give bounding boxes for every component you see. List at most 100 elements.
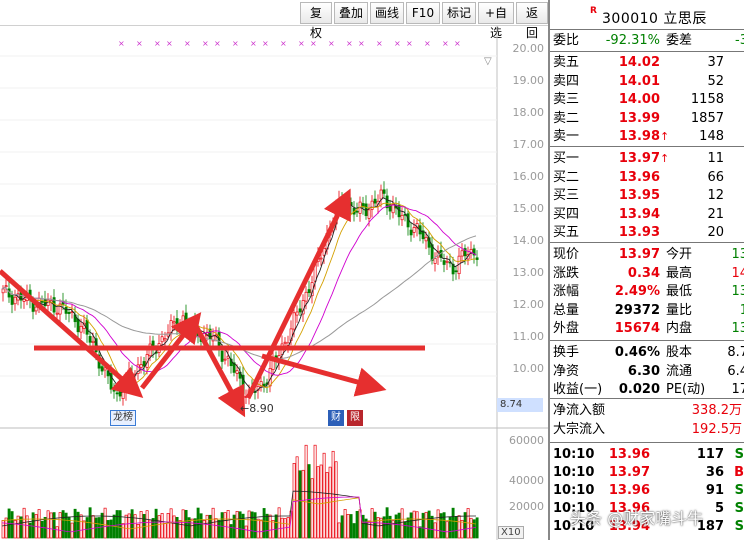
volume-bar — [457, 515, 461, 539]
volume-tick: 60000 — [509, 434, 544, 447]
volume-bar — [22, 507, 26, 539]
trade-side: S — [734, 501, 744, 516]
signal-marker: × — [310, 39, 317, 48]
stat-value: 0.34 — [627, 265, 660, 281]
stat-row: 总量 29372 量比 1 — [550, 302, 744, 320]
mark-button[interactable]: 标记 — [442, 2, 476, 24]
restricted-marker[interactable]: 限 — [347, 410, 363, 426]
volume-bar — [19, 516, 23, 539]
financial-marker[interactable]: 财 — [328, 410, 344, 426]
volume-bar — [226, 510, 230, 539]
volume-bar — [313, 444, 317, 539]
volume-bar — [400, 508, 404, 539]
bid-price: 13.95 — [618, 188, 660, 203]
candle-body — [103, 367, 107, 371]
signal-marker: × — [394, 39, 401, 48]
stat-row: 涨幅 2.49% 最低 13 — [550, 283, 744, 301]
bid-row[interactable]: 买四 13.94 21 — [550, 206, 744, 224]
stat-label: 最高 — [666, 265, 693, 281]
signal-marker: × — [184, 39, 191, 48]
volume-bar — [265, 513, 269, 539]
trade-time: 10:10 — [553, 447, 595, 462]
volume-bar — [361, 514, 365, 539]
bid-price: 13.97 — [618, 151, 660, 166]
volume-bar — [397, 512, 401, 539]
volume-bar — [451, 507, 455, 539]
ask-row[interactable]: 卖二 13.99 1857 — [550, 110, 744, 128]
candle-body — [373, 198, 377, 204]
stock-chart-window: 复权 叠加 画线 F10 标记 +自选 返回 × × × × × × × × × × × × × × × × ×… — [0, 0, 744, 540]
volume-bar — [352, 523, 356, 539]
candle-body — [76, 318, 80, 333]
flow-value: 192.5万 — [691, 422, 742, 437]
signal-marker: × — [346, 39, 353, 48]
chart-toolbar: 复权 叠加 画线 F10 标记 +自选 返回 — [0, 0, 548, 40]
dragon-list-marker[interactable]: 龙榜 — [110, 410, 136, 426]
volume-bar — [73, 508, 77, 539]
candle-body — [160, 336, 164, 343]
volume-bar — [247, 510, 251, 539]
volume-bar — [472, 519, 476, 539]
stat-label: 今开 — [666, 247, 693, 262]
ask-row[interactable]: 卖三 14.00 1158 — [550, 91, 744, 109]
trade-side: S — [734, 447, 744, 462]
add-watchlist-button[interactable]: +自选 — [478, 2, 514, 40]
ask-volume: 148 — [699, 129, 724, 144]
volume-bar — [421, 512, 425, 539]
collapse-icon[interactable]: ▽ — [484, 56, 498, 70]
volume-bar — [307, 464, 311, 539]
candle-body — [181, 315, 185, 328]
signal-marker: × — [250, 39, 257, 48]
back-button[interactable]: 返回 — [516, 2, 548, 40]
restore-rights-button[interactable]: 复权 — [300, 2, 332, 40]
volume-bar — [91, 515, 95, 539]
bid-label: 买五 — [553, 225, 580, 240]
volume-bar — [100, 512, 104, 539]
bid-row[interactable]: 买五 13.93 20 — [550, 224, 744, 242]
volume-bar — [106, 520, 110, 539]
ask-row[interactable]: 卖五 14.02 37 — [550, 54, 744, 72]
volume-unit: X10 — [498, 526, 524, 539]
signal-marker: × — [424, 39, 431, 48]
bid-label: 买一 — [553, 151, 580, 166]
volume-bar — [454, 516, 458, 539]
bid-row[interactable]: 买二 13.96 66 — [550, 169, 744, 187]
candle-body — [100, 366, 104, 372]
volume-bar — [418, 526, 422, 539]
volume-bar — [424, 511, 428, 539]
candle-body — [4, 285, 8, 288]
stat-label: 流通 — [666, 363, 693, 379]
ask-row[interactable]: 卖一 13.98 148 ↑ — [550, 128, 744, 146]
volume-bar — [145, 510, 149, 539]
candle-body — [1, 288, 5, 294]
volume-bar — [220, 512, 224, 539]
overlay-button[interactable]: 叠加 — [334, 2, 368, 24]
volume-bar — [124, 514, 128, 539]
kline-chart[interactable]: × × × × × × × × × × × × × × × × × × × × × × ▽ 20.00 19.00 18.… — [0, 26, 548, 540]
ask-price: 13.99 — [618, 110, 660, 126]
weibi-value: -92.31% — [605, 33, 660, 48]
volume-bar — [190, 518, 194, 539]
ask-row[interactable]: 卖四 14.01 52 — [550, 73, 744, 91]
volume-bar — [367, 520, 371, 539]
volume-bar — [163, 523, 167, 539]
volume-bar — [151, 518, 155, 539]
stat-label: 涨幅 — [553, 284, 580, 299]
f10-button[interactable]: F10 — [406, 2, 440, 24]
candle-body — [445, 260, 449, 263]
kline-canvas[interactable]: × × × × × × × × × × × × × × × × × × × × × × — [0, 26, 548, 540]
candle-body — [409, 229, 413, 236]
bid-row[interactable]: 买三 13.95 12 — [550, 187, 744, 205]
candle-body — [10, 294, 14, 305]
draw-line-button[interactable]: 画线 — [370, 2, 404, 24]
candle-body — [454, 270, 458, 273]
stat-label: 涨跌 — [553, 265, 580, 281]
trade-row: 10:10 13.96 117 S — [550, 446, 744, 464]
volume-bar — [142, 514, 146, 539]
volume-tick: 20000 — [509, 500, 544, 513]
volume-bar — [256, 518, 260, 539]
volume-bar — [337, 522, 341, 539]
bid-row[interactable]: 买一 13.97 11 ↑ — [550, 150, 744, 168]
stat-value: 6.4 — [727, 363, 744, 379]
candle-body — [355, 210, 359, 213]
